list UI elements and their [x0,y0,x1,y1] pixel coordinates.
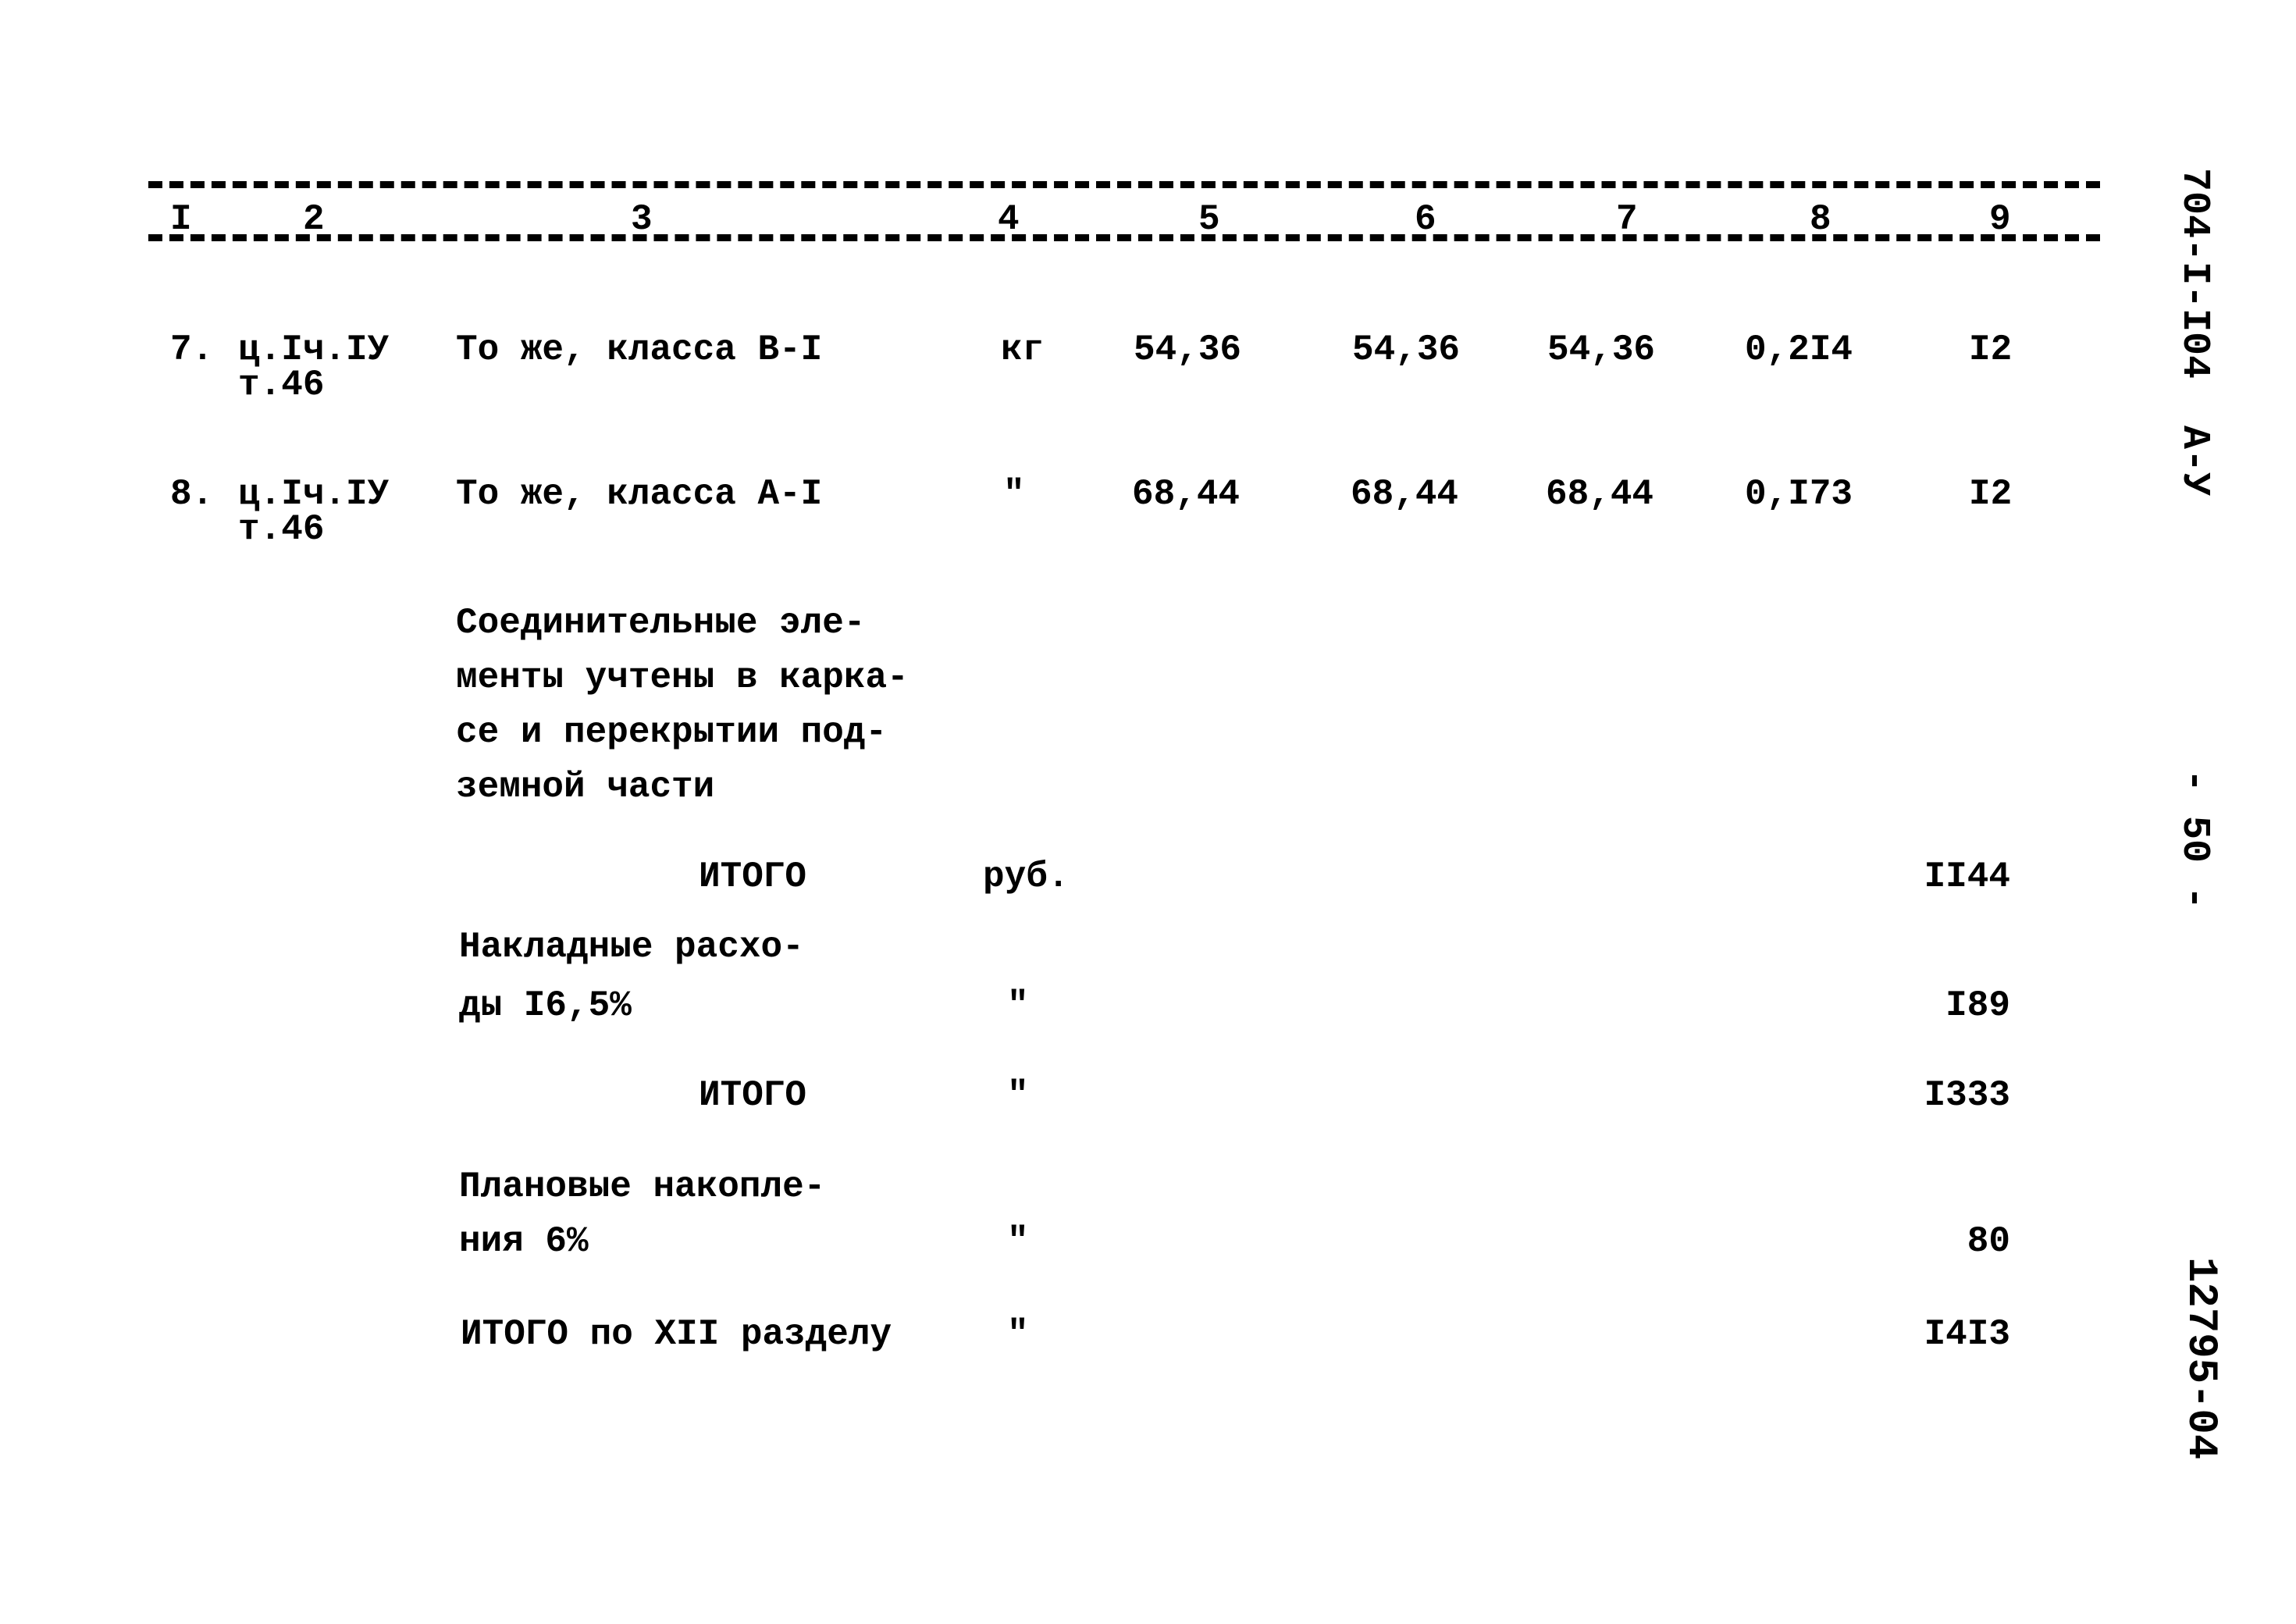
row-col6: 68,44 [1351,474,1459,515]
row-description: То же, класса В-I [456,329,823,370]
savings-label: Плановые накопле- [459,1166,826,1207]
col-header-5: 5 [1198,199,1220,240]
row-col7: 68,44 [1546,474,1654,515]
section-total-value: I4I3 [1924,1314,2010,1355]
total-unit: руб. [983,857,1070,897]
page-number: - 50 - [2172,769,2216,910]
col-header-9: 9 [1989,199,2011,240]
row-col5: 68,44 [1132,474,1241,515]
row-ref: ц.Iч.IУ [238,474,390,515]
col-header-8: 8 [1810,199,1831,240]
overhead-label: ды I6,5% [459,985,632,1026]
doc-code: 704-I-I04 А-У [2172,168,2216,497]
header-top-rule [148,181,2100,188]
note-line: менты учтены в карка- [456,657,909,698]
row-unit: " [1003,474,1025,515]
row-col7: 54,36 [1547,329,1656,370]
overhead-value: I89 [1945,985,2010,1026]
row-number: 7. [170,329,214,370]
col-header-6: 6 [1415,199,1436,240]
row-description: То же, класса А-I [456,474,823,515]
row-ref-table: т.46 [238,509,325,550]
savings-unit: " [1007,1221,1029,1262]
section-total-unit: " [1007,1314,1029,1355]
savings-value: 80 [1967,1221,2010,1262]
row-col8: 0,I73 [1745,474,1853,515]
archive-number: 12795-04 [2177,1257,2224,1460]
total-unit: " [1007,1075,1029,1116]
total-value: II44 [1924,857,2010,897]
header-bottom-rule [148,234,2100,241]
note-line: земной части [456,767,715,807]
row-number: 8. [170,474,214,515]
overhead-unit: " [1007,985,1029,1026]
row-ref: ц.Iч.IУ [238,329,390,370]
row-col6: 54,36 [1352,329,1461,370]
total-label: ИТОГО [699,1075,807,1116]
row-col8: 0,2I4 [1745,329,1853,370]
savings-label: ния 6% [459,1221,589,1262]
row-col9: I2 [1969,329,2013,370]
note-line: се и перекрытии под- [456,712,888,753]
note-line: Соединительные эле- [456,603,866,643]
section-total-label: ИТОГО по XII разделу [461,1314,892,1355]
row-col5: 54,36 [1134,329,1242,370]
col-header-1: I [170,199,192,240]
overhead-label: Накладные расхо- [459,927,804,967]
total-value: I333 [1924,1075,2010,1116]
row-col9: I2 [1969,474,2013,515]
col-header-4: 4 [998,199,1020,240]
col-header-2: 2 [303,199,325,240]
row-ref-table: т.46 [238,365,325,405]
total-label: ИТОГО [699,857,807,897]
col-header-3: 3 [631,199,653,240]
row-unit: кг [1001,329,1045,370]
col-header-7: 7 [1616,199,1638,240]
